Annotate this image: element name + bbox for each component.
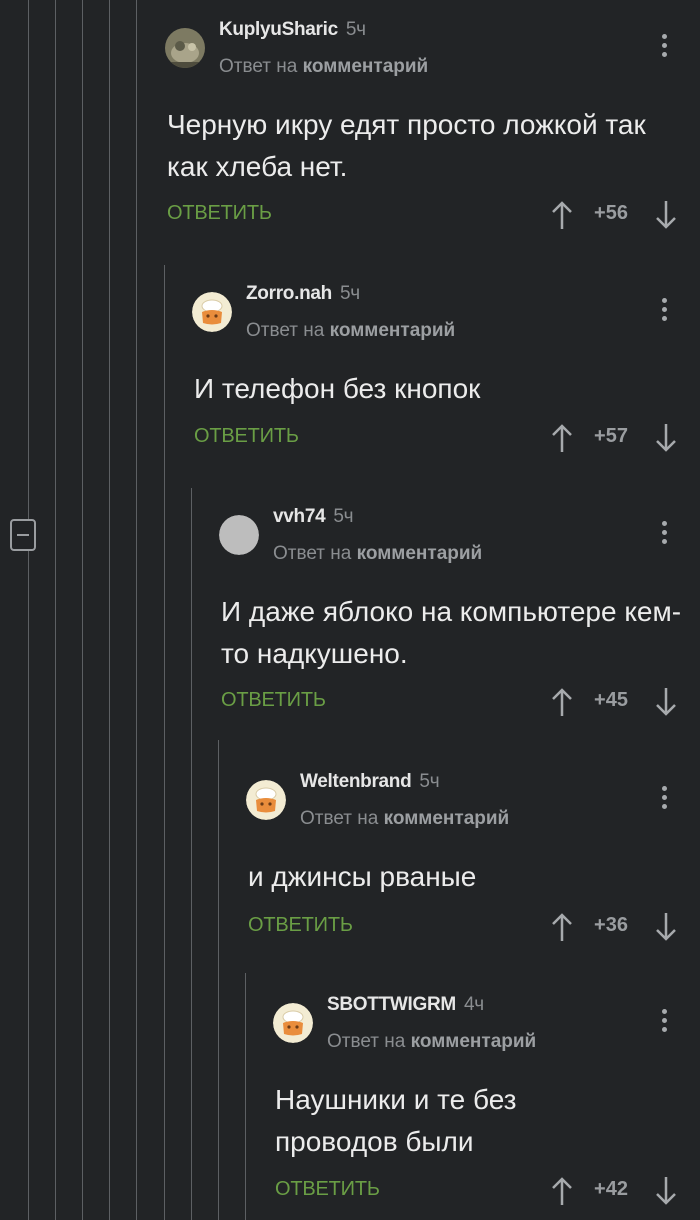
comment-actions: ОТВЕТИТЬ +57 bbox=[194, 417, 678, 457]
comment-text: Наушники и те без проводов были bbox=[275, 1084, 517, 1157]
comment: KuplyuSharic 5ч Ответ на комментарий Черн… bbox=[165, 0, 700, 260]
thread-line bbox=[109, 0, 110, 1220]
comment-time: 4ч bbox=[463, 994, 484, 1015]
thread-line bbox=[164, 265, 165, 1220]
more-options-icon[interactable] bbox=[658, 521, 670, 551]
downvote-arrow-icon[interactable] bbox=[654, 423, 678, 453]
comment-actions: ОТВЕТИТЬ +45 bbox=[221, 681, 678, 721]
reply-target-link[interactable]: комментарий bbox=[330, 320, 456, 341]
reply-button[interactable]: ОТВЕТИТЬ bbox=[221, 689, 326, 712]
rating: +57 bbox=[594, 425, 628, 447]
thread-line bbox=[245, 973, 246, 1220]
avatar[interactable] bbox=[219, 515, 259, 555]
more-options-icon[interactable] bbox=[658, 34, 670, 64]
reply-target-link[interactable]: комментарий bbox=[384, 808, 510, 829]
comment-actions: ОТВЕТИТЬ +42 bbox=[275, 1170, 678, 1210]
comment: SBOTTWIGRM 4ч Ответ на комментарий Наушни… bbox=[273, 975, 700, 1220]
comment-actions: ОТВЕТИТЬ +36 bbox=[248, 906, 678, 946]
avatar[interactable] bbox=[192, 292, 232, 332]
comment-text: Черную икру едят просто ложкой так как х… bbox=[167, 109, 646, 182]
upvote-arrow-icon[interactable] bbox=[550, 687, 574, 717]
reply-button[interactable]: ОТВЕТИТЬ bbox=[194, 425, 299, 448]
author-name[interactable]: KuplyuSharic 5ч bbox=[219, 19, 366, 41]
reply-button[interactable]: ОТВЕТИТЬ bbox=[275, 1178, 380, 1201]
collapse-thread-button[interactable] bbox=[10, 519, 36, 551]
comment-text: И даже яблоко на компьютере кем-то надку… bbox=[221, 596, 682, 669]
rating: +42 bbox=[594, 1178, 628, 1200]
reply-target-link[interactable]: комментарий bbox=[303, 56, 429, 77]
author-name[interactable]: Zorro.nah 5ч bbox=[246, 283, 360, 305]
downvote-arrow-icon[interactable] bbox=[654, 1176, 678, 1206]
reply-meta: Ответ на комментарий bbox=[300, 808, 510, 829]
thread-line bbox=[136, 0, 137, 1220]
thread-line bbox=[218, 740, 219, 1220]
more-options-icon[interactable] bbox=[658, 786, 670, 816]
reply-meta: Ответ на комментарий bbox=[246, 320, 456, 341]
downvote-arrow-icon[interactable] bbox=[654, 912, 678, 942]
author-name[interactable]: SBOTTWIGRM 4ч bbox=[327, 994, 484, 1016]
upvote-arrow-icon[interactable] bbox=[550, 423, 574, 453]
vote-controls: +36 bbox=[550, 906, 678, 946]
more-options-icon[interactable] bbox=[658, 1009, 670, 1039]
comment-time: 5ч bbox=[333, 506, 354, 527]
author-name[interactable]: vvh74 5ч bbox=[273, 506, 354, 528]
avatar[interactable] bbox=[246, 780, 286, 820]
downvote-arrow-icon[interactable] bbox=[654, 200, 678, 230]
reply-target-link[interactable]: комментарий bbox=[357, 543, 483, 564]
vote-controls: +56 bbox=[550, 194, 678, 234]
comment: vvh74 5ч Ответ на комментарий И даже ябло… bbox=[219, 487, 700, 740]
upvote-arrow-icon[interactable] bbox=[550, 200, 574, 230]
comment-text: и джинсы рваные bbox=[248, 861, 477, 892]
vote-controls: +57 bbox=[550, 417, 678, 457]
reply-meta: Ответ на комментарий bbox=[219, 56, 429, 77]
comment-time: 5ч bbox=[419, 771, 440, 792]
thread-line bbox=[55, 0, 56, 1220]
rating: +56 bbox=[594, 202, 628, 224]
reply-target-link[interactable]: комментарий bbox=[411, 1031, 537, 1052]
rating: +45 bbox=[594, 689, 628, 711]
comment-time: 5ч bbox=[345, 19, 366, 40]
comment: Weltenbrand 5ч Ответ на комментарий и джи… bbox=[246, 752, 700, 972]
reply-button[interactable]: ОТВЕТИТЬ bbox=[167, 202, 272, 225]
downvote-arrow-icon[interactable] bbox=[654, 687, 678, 717]
reply-meta: Ответ на комментарий bbox=[327, 1031, 537, 1052]
reply-meta: Ответ на комментарий bbox=[273, 543, 483, 564]
thread-line bbox=[82, 0, 83, 1220]
thread-line bbox=[191, 488, 192, 1220]
author-name[interactable]: Weltenbrand 5ч bbox=[300, 771, 440, 793]
more-options-icon[interactable] bbox=[658, 298, 670, 328]
avatar[interactable] bbox=[165, 28, 205, 68]
thread-line bbox=[28, 0, 29, 1220]
vote-controls: +45 bbox=[550, 681, 678, 721]
avatar[interactable] bbox=[273, 1003, 313, 1043]
vote-controls: +42 bbox=[550, 1170, 678, 1210]
reply-button[interactable]: ОТВЕТИТЬ bbox=[248, 914, 353, 937]
comment: Zorro.nah 5ч Ответ на комментарий И телеф… bbox=[192, 264, 700, 488]
upvote-arrow-icon[interactable] bbox=[550, 1176, 574, 1206]
comment-actions: ОТВЕТИТЬ +56 bbox=[167, 194, 678, 234]
comment-text: И телефон без кнопок bbox=[194, 373, 481, 404]
comment-time: 5ч bbox=[339, 283, 360, 304]
upvote-arrow-icon[interactable] bbox=[550, 912, 574, 942]
rating: +36 bbox=[594, 914, 628, 936]
